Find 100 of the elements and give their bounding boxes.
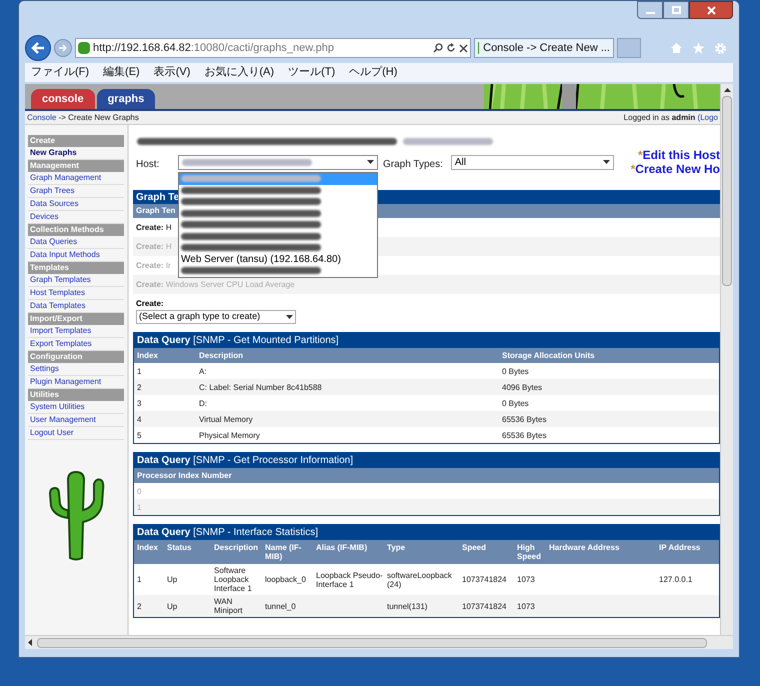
menu-item[interactable]: 表示(V) xyxy=(154,64,190,81)
login-status: Logged in as admin (Logo xyxy=(624,112,718,124)
column-header: Alias (IF-MIB) xyxy=(316,542,368,554)
table-cell-text: Loopback Pseudo-Interface 1 xyxy=(316,570,384,590)
sidebar-item[interactable]: Import Templates xyxy=(28,325,124,338)
refresh-icon[interactable] xyxy=(446,43,456,53)
table-cell-text: 0 Bytes xyxy=(502,366,530,378)
back-button[interactable] xyxy=(25,35,51,61)
sidebar-item[interactable]: User Management xyxy=(28,414,124,427)
table-cell-text: 4096 Bytes xyxy=(502,382,544,394)
sidebar-item[interactable]: Data Sources xyxy=(28,198,124,211)
vertical-scrollbar[interactable] xyxy=(720,84,733,635)
table-cell-text: loopback_0 xyxy=(265,574,307,586)
sidebar-item[interactable]: System Utilities xyxy=(28,401,124,414)
column-header: Description xyxy=(199,350,244,362)
table-cell-text: 65536 Bytes xyxy=(502,430,548,442)
template-text: Create: H xyxy=(136,240,172,252)
menu-item[interactable]: 編集(E) xyxy=(103,64,140,81)
table-cell-text: WAN Miniport xyxy=(214,596,244,617)
panel-header: Data Query [SNMP - Interface Statistics] xyxy=(134,525,719,540)
table-cell-text: Software Loopback Interface 1 xyxy=(214,565,253,595)
host-label: Host: xyxy=(136,158,160,172)
table-cell-text: A: xyxy=(199,366,208,378)
sidebar-item[interactable]: Graph Trees xyxy=(28,185,124,198)
url-text: http://192.168.64.82:10080/cacti/graphs_new.php xyxy=(93,40,335,56)
sidebar-heading: Create xyxy=(28,135,124,147)
panel-header: Data Query [SNMP - Get Processor Information] xyxy=(134,453,719,468)
app-tab[interactable]: graphs xyxy=(96,89,156,109)
menu-item[interactable]: お気に入り(A) xyxy=(204,64,274,81)
create-label: Create: xyxy=(135,298,165,310)
sidebar-item[interactable]: Settings xyxy=(28,363,124,376)
stop-icon[interactable] xyxy=(459,44,468,52)
minimize-button[interactable] xyxy=(637,1,663,19)
table-cell-text: 1 xyxy=(137,366,142,378)
forward-button[interactable] xyxy=(54,39,72,57)
sidebar-heading: Templates xyxy=(28,262,124,274)
sidebar-heading: Collection Methods xyxy=(28,224,124,236)
breadcrumb-link[interactable]: Console xyxy=(27,112,56,122)
sidebar-heading: Import/Export xyxy=(28,313,124,325)
column-header: Index xyxy=(137,350,159,362)
table-cell-text: 127.0.0.1 xyxy=(659,574,694,586)
close-icon xyxy=(706,6,716,14)
column-header: Index xyxy=(137,542,159,554)
graph-types-select[interactable]: All xyxy=(450,155,614,170)
menu-item[interactable]: ヘルプ(H) xyxy=(349,64,398,81)
column-header: Hardware Address xyxy=(549,542,620,554)
sidebar-item[interactable]: Logout User xyxy=(28,427,124,440)
graph-types-label: Graph Types: xyxy=(383,158,443,172)
table-cell-text: 1073 xyxy=(517,600,536,612)
table-cell-text: Virtual Memory xyxy=(199,414,254,426)
column-header: IP Address xyxy=(659,542,702,554)
column-header: High Speed xyxy=(517,542,542,563)
panel-header: Data Query [SNMP - Get Mounted Partitions] xyxy=(134,333,719,348)
horizontal-scrollbar[interactable] xyxy=(25,635,733,649)
table-cell-text: softwareLoopback (24) xyxy=(387,570,453,590)
table-cell-text: 0 Bytes xyxy=(502,398,530,410)
sidebar-heading: Utilities xyxy=(28,389,124,401)
template-text: Create: Windows Server CPU Load Average xyxy=(136,278,295,290)
table-cell-text: tunnel_0 xyxy=(265,600,297,612)
host-link[interactable]: *Edit this Host xyxy=(638,148,720,162)
address-bar[interactable]: http://192.168.64.82:10080/cacti/graphs_new.php xyxy=(75,38,471,58)
table-cell-text: 2 xyxy=(137,382,142,394)
maximize-button[interactable] xyxy=(663,1,689,19)
table-cell-text: 0 xyxy=(137,486,142,498)
graph-type-select[interactable]: (Select a graph type to create) xyxy=(136,310,296,324)
host-select[interactable] xyxy=(178,155,378,170)
browser-tab[interactable]: Console -> Create New ... xyxy=(474,38,614,58)
app-tab[interactable]: console xyxy=(31,89,95,109)
scroll-up-icon xyxy=(724,86,730,94)
table-cell-text: 4 xyxy=(137,414,142,426)
table-cell-text: Up xyxy=(167,600,178,612)
table-cell-text: Physical Memory xyxy=(199,430,261,442)
menu-item[interactable]: ファイル(F) xyxy=(31,64,90,81)
table-cell-text: 1073741824 xyxy=(462,600,508,612)
close-button[interactable] xyxy=(689,1,733,19)
table-cell-text: 1073 xyxy=(517,574,536,586)
scrollbar-thumb[interactable] xyxy=(722,96,732,286)
host-link[interactable]: *Create New Ho xyxy=(630,162,720,176)
logout-link[interactable]: (Logo xyxy=(698,112,718,122)
sidebar-item[interactable]: Data Queries xyxy=(28,236,124,249)
column-header: Description xyxy=(214,542,260,554)
sidebar-item[interactable]: Host Templates xyxy=(28,287,124,300)
dropdown-arrow-icon xyxy=(367,159,374,166)
sidebar-heading: Configuration xyxy=(28,351,124,363)
sidebar-item[interactable]: Graph Templates xyxy=(28,274,124,287)
dropdown-option[interactable]: Web Server (tansu) (192.168.64.80) xyxy=(179,254,377,265)
table-cell-text: D: xyxy=(199,398,208,410)
search-icon[interactable] xyxy=(433,43,443,53)
scrollbar-thumb[interactable] xyxy=(37,638,707,648)
sidebar-heading: Management xyxy=(28,160,124,172)
table-cell-text: 2 xyxy=(137,600,142,612)
template-text: Create: Ir xyxy=(136,260,171,272)
menu-item[interactable]: ツール(T) xyxy=(288,64,336,81)
tab-title: Console -> Create New ... xyxy=(483,40,610,56)
table-cell-text: Up xyxy=(167,574,178,586)
column-header: Processor Index Number xyxy=(137,470,233,482)
table-cell-text: 3 xyxy=(137,398,142,410)
sidebar-item[interactable]: Graph Management xyxy=(28,172,124,185)
back-arrow-icon xyxy=(31,42,45,54)
star-icon[interactable] xyxy=(692,42,705,54)
